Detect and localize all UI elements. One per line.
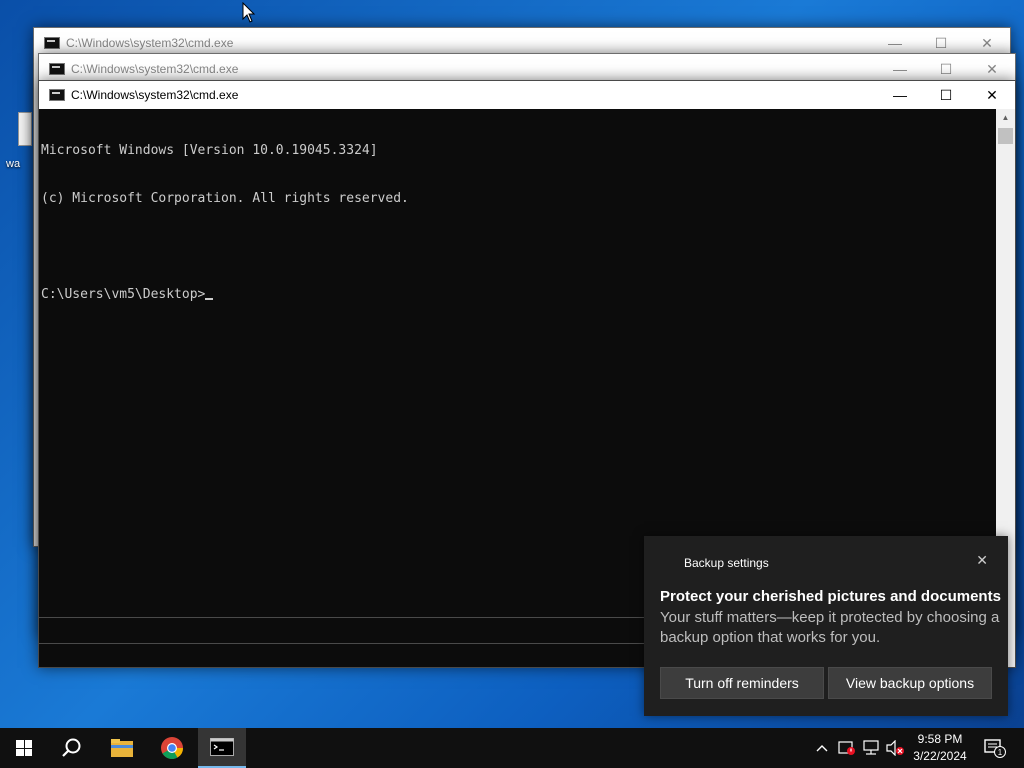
text-cursor [205,298,214,300]
cmd-app-icon [49,89,65,101]
turn-off-reminders-button[interactable]: Turn off reminders [660,667,824,699]
cmd-app-icon [49,63,65,75]
toast-heading: Protect your cherished pictures and docu… [660,588,1001,605]
file-explorer-button[interactable] [98,728,146,768]
notification-count: 1 [998,748,1003,757]
toast-close-icon[interactable]: ✕ [976,552,988,569]
start-button[interactable] [0,728,48,768]
taskbar: 9:58 PM 3/22/2024 1 [0,728,1024,768]
tray-chevron-icon[interactable] [812,728,832,768]
console-prompt-line[interactable]: C:\Users\vm5\Desktop> [41,287,995,303]
console-line: (c) Microsoft Corporation. All rights re… [41,191,409,206]
maximize-button[interactable]: ☐ [923,81,969,109]
toast-app-name: Backup settings [684,556,769,570]
clock-time: 9:58 PM [917,732,963,746]
defender-warning-icon[interactable] [836,728,858,768]
window-title: C:\Windows\system32\cmd.exe [71,88,239,102]
cmd-taskbar-button[interactable] [198,728,246,768]
window-title: C:\Windows\system32\cmd.exe [71,62,239,76]
desktop-icon-label[interactable]: wa [6,158,20,170]
volume-muted-icon[interactable] [884,728,906,768]
view-backup-options-button[interactable]: View backup options [828,667,992,699]
toast-body: Your stuff matters—keep it protected by … [660,609,1000,646]
network-icon[interactable] [860,728,882,768]
cmd-icon [210,738,234,756]
windows-logo-icon [16,740,32,756]
scroll-thumb[interactable] [998,128,1013,144]
minimize-button[interactable]: — [877,81,923,109]
console-prompt: C:\Users\vm5\Desktop> [41,287,206,302]
search-button[interactable] [48,728,96,768]
close-button[interactable]: ✕ [969,81,1015,109]
chrome-button[interactable] [148,728,196,768]
clock-date: 3/22/2024 [913,749,967,763]
chrome-icon [161,737,183,759]
taskbar-clock[interactable]: 9:58 PM 3/22/2024 [908,731,972,765]
notification-icon: 1 [984,739,1006,758]
folder-icon [111,739,133,757]
mouse-pointer-icon [242,2,256,23]
window-titlebar[interactable]: C:\Windows\system32\cmd.exe [39,81,1015,109]
console-line: Microsoft Windows [Version 10.0.19045.33… [41,143,378,158]
window-title: C:\Windows\system32\cmd.exe [66,36,234,50]
action-center-button[interactable]: 1 [980,728,1010,768]
cmd-app-icon [44,37,60,49]
search-icon [62,738,81,757]
backup-notification-toast[interactable]: Backup settings ✕ Protect your cherished… [644,536,1008,716]
scroll-up-arrow-icon[interactable]: ▲ [996,109,1015,126]
desktop-icon[interactable] [18,112,32,146]
